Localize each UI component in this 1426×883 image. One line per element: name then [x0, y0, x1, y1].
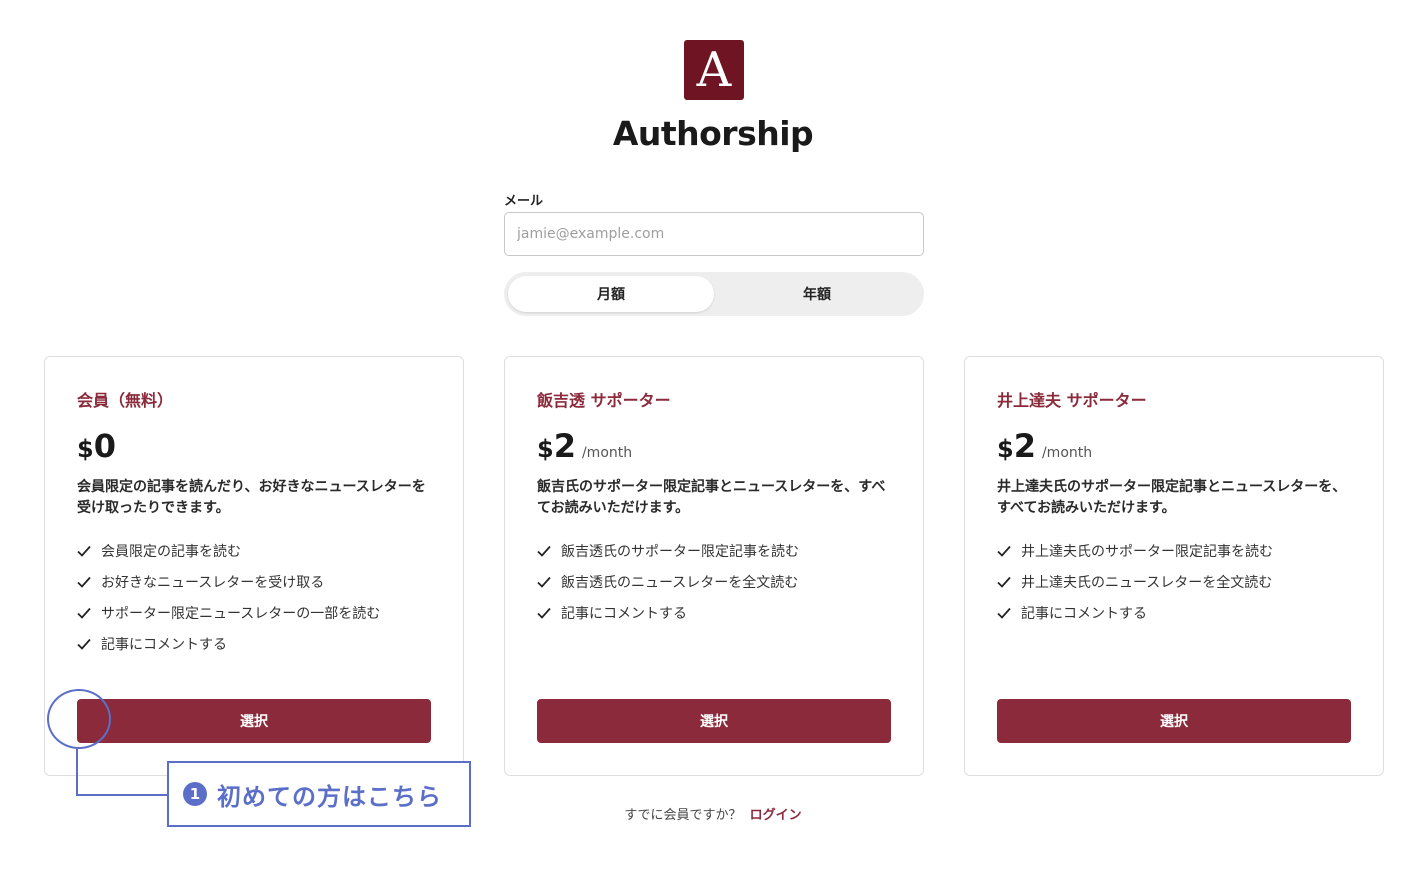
- email-input[interactable]: [504, 212, 924, 256]
- feature-text: 飯吉透氏のサポーター限定記事を読む: [561, 543, 799, 560]
- price-amount: 2: [1013, 427, 1036, 465]
- price-period: /month: [1041, 445, 1093, 461]
- plan-description: 井上達夫氏のサポーター限定記事とニュースレターを、すべてお読みいただけます。: [997, 479, 1347, 516]
- plan-price: $ 2 /month: [537, 427, 632, 465]
- check-icon: [537, 545, 551, 557]
- monthly-tab[interactable]: 月額: [508, 276, 714, 312]
- plan-description: 飯吉氏のサポーター限定記事とニュースレターを、すべてお読みいただけます。: [537, 479, 886, 516]
- annotation-connector: [76, 749, 168, 796]
- login-prompt: すでに会員ですか？: [624, 808, 742, 823]
- feature-item: 記事にコメントする: [537, 597, 799, 628]
- feature-item: 井上達夫氏のニュースレターを全文読む: [997, 566, 1273, 597]
- feature-item: 飯吉透氏のサポーター限定記事を読む: [537, 535, 799, 566]
- feature-item: 記事にコメントする: [997, 597, 1273, 628]
- price-currency: $: [537, 435, 554, 463]
- feature-text: 記事にコメントする: [561, 605, 687, 622]
- plan-card-iiyoshi: 飯吉透 サポーター $ 2 /month 飯吉氏のサポーター限定記事とニュースレ…: [504, 356, 924, 776]
- brand-logo: A: [684, 40, 744, 100]
- select-plan-button[interactable]: 選択: [997, 699, 1351, 743]
- feature-text: 記事にコメントする: [1021, 605, 1147, 622]
- email-label: メール: [504, 194, 544, 209]
- feature-list: 飯吉透氏のサポーター限定記事を読む 飯吉透氏のニュースレターを全文読む 記事にコ…: [537, 535, 799, 628]
- plan-card-inoue: 井上達夫 サポーター $ 2 /month 井上達夫氏のサポーター限定記事とニュ…: [964, 356, 1384, 776]
- plan-title: 井上達夫 サポーター: [997, 391, 1147, 410]
- price-period: /month: [581, 445, 633, 461]
- login-link[interactable]: ログイン: [750, 808, 802, 823]
- check-icon: [997, 607, 1011, 619]
- annotation-number-badge: 1: [183, 782, 207, 806]
- billing-toggle: 月額 年額: [504, 272, 924, 316]
- feature-text: 飯吉透氏のニュースレターを全文読む: [561, 574, 799, 591]
- feature-item: 飯吉透氏のニュースレターを全文読む: [537, 566, 799, 597]
- check-icon: [537, 607, 551, 619]
- logo-letter: A: [696, 42, 732, 98]
- feature-text: 井上達夫氏のニュースレターを全文読む: [1021, 574, 1273, 591]
- feature-item: 井上達夫氏のサポーター限定記事を読む: [997, 535, 1273, 566]
- annotation-text: 初めての方はこちら: [217, 782, 442, 811]
- price-amount: 2: [553, 427, 576, 465]
- feature-list: 井上達夫氏のサポーター限定記事を読む 井上達夫氏のニュースレターを全文読む 記事…: [997, 535, 1273, 628]
- check-icon: [997, 545, 1011, 557]
- brand-name: Authorship: [612, 114, 814, 153]
- feature-text: 井上達夫氏のサポーター限定記事を読む: [1021, 543, 1273, 560]
- yearly-tab[interactable]: 年額: [714, 276, 920, 312]
- plan-title: 飯吉透 サポーター: [537, 391, 671, 410]
- check-icon: [997, 576, 1011, 588]
- plan-price: $ 2 /month: [997, 427, 1092, 465]
- annotation-callout: 1 初めての方はこちら: [167, 761, 471, 827]
- select-plan-button[interactable]: 選択: [537, 699, 891, 743]
- price-currency: $: [997, 435, 1014, 463]
- check-icon: [537, 576, 551, 588]
